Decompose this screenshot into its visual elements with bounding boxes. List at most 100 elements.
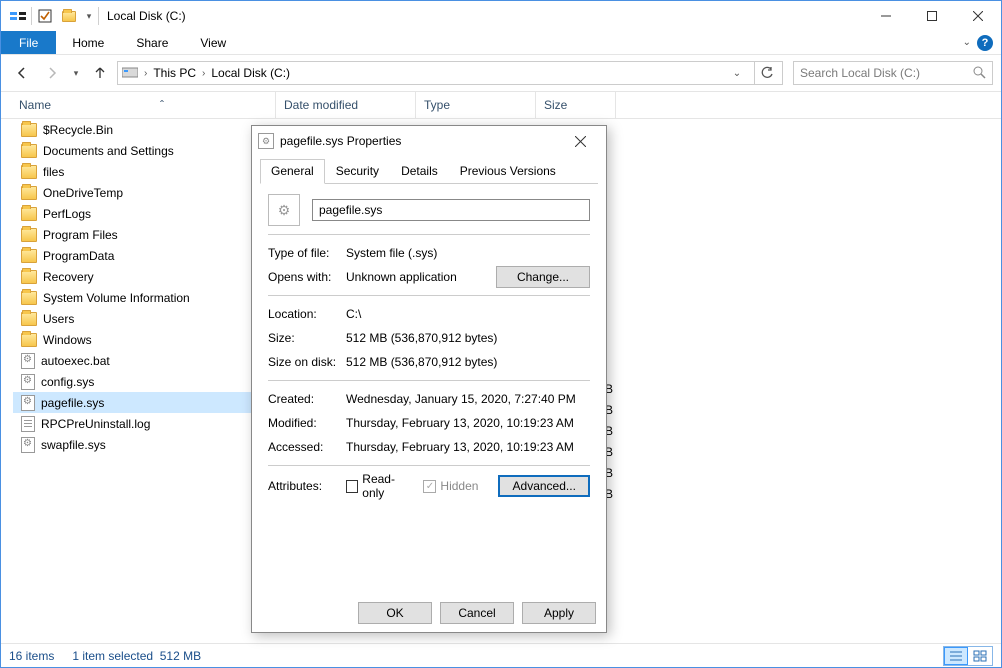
status-selection: 1 item selected 512 MB: [72, 649, 201, 663]
value-openswith: Unknown application: [346, 270, 457, 284]
label-typeoffile: Type of file:: [268, 246, 346, 260]
label-modified: Modified:: [268, 416, 346, 430]
file-name: Recovery: [43, 270, 94, 284]
file-list: $Recycle.BinDocuments and Settings files O…: [13, 119, 263, 455]
file-name: Program Files: [43, 228, 118, 242]
nav-back-button[interactable]: [9, 60, 35, 86]
view-mode-toggle: [943, 646, 993, 666]
list-item[interactable]: $Recycle.Bin: [13, 119, 263, 140]
ribbon-expand-icon[interactable]: ⌄: [963, 37, 971, 48]
folder-icon: [21, 312, 37, 326]
list-item[interactable]: RPCPreUninstall.log: [13, 413, 263, 434]
file-name: System Volume Information: [43, 291, 190, 305]
label-accessed: Accessed:: [268, 440, 346, 454]
cancel-button[interactable]: Cancel: [440, 602, 514, 624]
drive-icon: [122, 66, 138, 81]
list-item[interactable]: Program Files: [13, 224, 263, 245]
window-titlebar: ▾ Local Disk (C:): [1, 1, 1001, 31]
sysfile-icon: [21, 353, 35, 369]
address-history-dropdown[interactable]: ⌄: [728, 62, 746, 84]
properties-dialog: ⚙ pagefile.sys Properties General Securi…: [251, 125, 607, 633]
file-name: RPCPreUninstall.log: [41, 417, 150, 431]
list-item[interactable]: files: [13, 161, 263, 182]
tab-general[interactable]: General: [260, 159, 325, 184]
list-item[interactable]: swapfile.sys: [13, 434, 263, 455]
qat-separator-2: [98, 7, 99, 25]
column-type[interactable]: Type: [416, 92, 536, 118]
maximize-button[interactable]: [909, 1, 955, 31]
sysfile-icon: [21, 437, 35, 453]
help-icon[interactable]: ?: [977, 35, 993, 51]
ribbon-tab-share[interactable]: Share: [120, 31, 184, 54]
chevron-right-icon[interactable]: ›: [144, 68, 147, 79]
window-title: Local Disk (C:): [107, 9, 186, 23]
nav-forward-button[interactable]: [39, 60, 65, 86]
list-item[interactable]: System Volume Information: [13, 287, 263, 308]
ribbon: File Home Share View ⌄ ?: [1, 31, 1001, 55]
qat-properties-icon[interactable]: [34, 5, 56, 27]
qat-newfolder-icon[interactable]: [58, 5, 80, 27]
list-item[interactable]: ProgramData: [13, 245, 263, 266]
folder-icon: [21, 270, 37, 284]
ok-button[interactable]: OK: [358, 602, 432, 624]
list-item[interactable]: pagefile.sys: [13, 392, 263, 413]
ribbon-tab-view[interactable]: View: [184, 31, 242, 54]
close-button[interactable]: [955, 1, 1001, 31]
folder-icon: [21, 249, 37, 263]
change-button[interactable]: Change...: [496, 266, 590, 288]
ribbon-tab-home[interactable]: Home: [56, 31, 120, 54]
folder-icon: [21, 186, 37, 200]
dialog-titlebar[interactable]: ⚙ pagefile.sys Properties: [252, 126, 606, 156]
list-item[interactable]: autoexec.bat: [13, 350, 263, 371]
value-modified: Thursday, February 13, 2020, 10:19:23 AM: [346, 416, 590, 430]
list-item[interactable]: Documents and Settings: [13, 140, 263, 161]
ribbon-file-tab[interactable]: File: [1, 31, 56, 54]
view-details-button[interactable]: [944, 647, 968, 665]
list-item[interactable]: Windows: [13, 329, 263, 350]
filename-input[interactable]: [312, 199, 590, 221]
dialog-close-button[interactable]: [560, 127, 600, 155]
navigation-row: ▾ › This PC › Local Disk (C:) ⌄ Search L…: [1, 55, 1001, 91]
column-size[interactable]: Size: [536, 92, 616, 118]
refresh-button[interactable]: [754, 62, 778, 84]
chevron-right-icon[interactable]: ›: [202, 68, 205, 79]
breadcrumb-localdisk[interactable]: Local Disk (C:): [211, 66, 290, 80]
file-name: Windows: [43, 333, 92, 347]
advanced-button[interactable]: Advanced...: [498, 475, 590, 497]
textfile-icon: [21, 416, 35, 432]
file-name: files: [43, 165, 64, 179]
value-size: 512 MB (536,870,912 bytes): [346, 331, 590, 345]
column-date[interactable]: Date modified: [276, 92, 416, 118]
column-name[interactable]: Name ˆ: [1, 92, 276, 118]
value-accessed: Thursday, February 13, 2020, 10:19:23 AM: [346, 440, 590, 454]
tab-details[interactable]: Details: [390, 159, 449, 184]
list-item[interactable]: config.sys: [13, 371, 263, 392]
tab-previous-versions[interactable]: Previous Versions: [449, 159, 567, 184]
minimize-button[interactable]: [863, 1, 909, 31]
qat-explorer-icon[interactable]: [7, 5, 29, 27]
apply-button[interactable]: Apply: [522, 602, 596, 624]
address-bar[interactable]: › This PC › Local Disk (C:) ⌄: [117, 61, 783, 85]
nav-recent-dropdown[interactable]: ▾: [69, 60, 83, 86]
list-item[interactable]: PerfLogs: [13, 203, 263, 224]
search-icon: [972, 65, 986, 82]
nav-up-button[interactable]: [87, 60, 113, 86]
qat-dropdown-icon[interactable]: ▾: [82, 5, 96, 27]
tab-security[interactable]: Security: [325, 159, 390, 184]
file-name: ProgramData: [43, 249, 114, 263]
folder-icon: [21, 333, 37, 347]
label-openswith: Opens with:: [268, 270, 346, 284]
readonly-checkbox[interactable]: Read-only: [346, 472, 413, 500]
view-largeicons-button[interactable]: [968, 647, 992, 665]
qat-separator: [31, 7, 32, 25]
dialog-title: pagefile.sys Properties: [280, 134, 560, 148]
folder-icon: [21, 165, 37, 179]
list-item[interactable]: OneDriveTemp: [13, 182, 263, 203]
dialog-file-icon: ⚙: [258, 133, 274, 149]
file-type-icon: ⚙: [268, 194, 300, 226]
search-box[interactable]: Search Local Disk (C:): [793, 61, 993, 85]
list-item[interactable]: Users: [13, 308, 263, 329]
breadcrumb-thispc[interactable]: This PC: [153, 66, 196, 80]
list-item[interactable]: Recovery: [13, 266, 263, 287]
label-attributes: Attributes:: [268, 479, 346, 493]
